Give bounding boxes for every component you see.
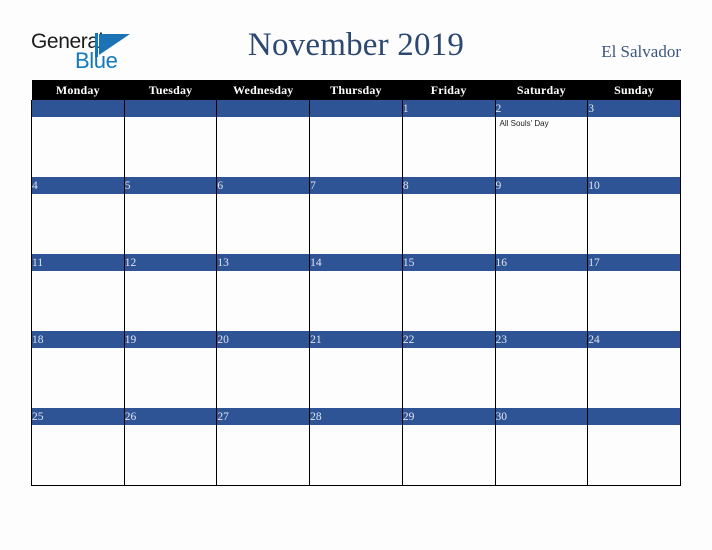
day-body-cell[interactable] (309, 425, 403, 486)
day-body-cell[interactable] (31, 271, 125, 331)
day-body-cell[interactable] (123, 194, 218, 254)
day-body-cell[interactable]: All Souls' Day (494, 117, 589, 177)
day-number-cell[interactable]: 25 (31, 408, 125, 425)
day-number-cell[interactable] (123, 100, 218, 117)
day-body-cell[interactable] (494, 348, 589, 408)
day-number-cell[interactable]: 3 (587, 100, 681, 117)
weekday-header-saturday: Saturday (495, 80, 588, 100)
day-body-cell[interactable] (31, 117, 125, 177)
week-date-row: 18 19 20 21 22 23 24 (31, 331, 681, 348)
day-number-cell[interactable]: 21 (309, 331, 403, 348)
day-body-cell[interactable] (216, 348, 311, 408)
week-event-row (31, 348, 681, 408)
week-event-row: All Souls' Day (31, 117, 681, 177)
day-number-cell[interactable]: 2 (494, 100, 589, 117)
day-number-cell[interactable]: 11 (31, 254, 125, 271)
day-body-cell[interactable] (309, 117, 403, 177)
weekday-header-row: Monday Tuesday Wednesday Thursday Friday… (31, 80, 681, 100)
week-event-row (31, 425, 681, 486)
day-body-cell[interactable] (587, 425, 681, 486)
day-number-cell[interactable]: 28 (309, 408, 403, 425)
day-number-cell[interactable]: 18 (31, 331, 125, 348)
weekday-header-wednesday: Wednesday (216, 80, 310, 100)
day-body-cell[interactable] (587, 348, 681, 408)
day-body-cell[interactable] (401, 194, 496, 254)
day-number-cell[interactable]: 8 (401, 177, 496, 194)
day-body-cell[interactable] (216, 117, 311, 177)
day-number-cell[interactable]: 9 (494, 177, 589, 194)
day-body-cell[interactable] (123, 348, 218, 408)
day-number-cell[interactable]: 29 (401, 408, 496, 425)
day-body-cell[interactable] (216, 194, 311, 254)
weekday-header-monday: Monday (31, 80, 125, 100)
day-body-cell[interactable] (587, 271, 681, 331)
calendar-body: 1 2 3 All Souls' Day 4 5 6 7 8 9 10 11 12 13 14 15 16 17 1… (31, 100, 681, 486)
day-number-cell[interactable]: 15 (401, 254, 496, 271)
day-number-cell[interactable]: 23 (494, 331, 589, 348)
day-number-cell[interactable]: 6 (216, 177, 311, 194)
calendar-page: General Blue November 2019 El Salvador M… (0, 0, 712, 550)
day-body-cell[interactable] (309, 348, 403, 408)
weekday-header-tuesday: Tuesday (124, 80, 217, 100)
week-date-row: 25 26 27 28 29 30 (31, 408, 681, 425)
day-number-cell[interactable]: 13 (216, 254, 311, 271)
day-number-cell[interactable]: 1 (401, 100, 496, 117)
week-date-row: 4 5 6 7 8 9 10 (31, 177, 681, 194)
day-body-cell[interactable] (587, 117, 681, 177)
day-body-cell[interactable] (401, 271, 496, 331)
day-number-cell[interactable]: 12 (123, 254, 218, 271)
day-body-cell[interactable] (494, 271, 589, 331)
day-number-cell[interactable] (309, 100, 403, 117)
day-body-cell[interactable] (216, 271, 311, 331)
holiday-label: All Souls' Day (499, 119, 549, 128)
day-body-cell[interactable] (401, 425, 496, 486)
day-body-cell[interactable] (309, 194, 403, 254)
day-number-cell[interactable]: 26 (123, 408, 218, 425)
day-body-cell[interactable] (401, 348, 496, 408)
day-body-cell[interactable] (123, 271, 218, 331)
weekday-header-sunday: Sunday (587, 80, 681, 100)
day-number-cell[interactable]: 27 (216, 408, 311, 425)
day-number-cell[interactable]: 17 (587, 254, 681, 271)
day-body-cell[interactable] (31, 194, 125, 254)
calendar-grid: Monday Tuesday Wednesday Thursday Friday… (31, 80, 681, 486)
day-body-cell[interactable] (216, 425, 311, 486)
day-number-cell[interactable]: 14 (309, 254, 403, 271)
day-number-cell[interactable]: 7 (309, 177, 403, 194)
day-number-cell[interactable]: 30 (494, 408, 589, 425)
day-number-cell[interactable]: 22 (401, 331, 496, 348)
day-body-cell[interactable] (401, 117, 496, 177)
day-body-cell[interactable] (123, 425, 218, 486)
day-number-cell[interactable]: 19 (123, 331, 218, 348)
weekday-header-thursday: Thursday (309, 80, 403, 100)
country-label: El Salvador (601, 42, 681, 61)
calendar-header-row: Monday Tuesday Wednesday Thursday Friday… (31, 80, 681, 100)
day-number-cell[interactable]: 4 (31, 177, 125, 194)
day-number-cell[interactable]: 10 (587, 177, 681, 194)
day-number-cell[interactable]: 24 (587, 331, 681, 348)
day-number-cell[interactable]: 20 (216, 331, 311, 348)
day-number-cell[interactable] (587, 408, 681, 425)
day-body-cell[interactable] (309, 271, 403, 331)
weekday-header-friday: Friday (402, 80, 496, 100)
week-event-row (31, 194, 681, 254)
day-body-cell[interactable] (587, 194, 681, 254)
week-date-row: 11 12 13 14 15 16 17 (31, 254, 681, 271)
week-date-row: 123 (31, 100, 681, 117)
day-body-cell[interactable] (494, 194, 589, 254)
day-body-cell[interactable] (123, 117, 218, 177)
day-body-cell[interactable] (31, 348, 125, 408)
day-number-cell[interactable] (31, 100, 125, 117)
day-number-cell[interactable]: 5 (123, 177, 218, 194)
day-body-cell[interactable] (31, 425, 125, 486)
day-body-cell[interactable] (494, 425, 589, 486)
day-number-cell[interactable]: 16 (494, 254, 589, 271)
week-event-row (31, 271, 681, 331)
day-number-cell[interactable] (216, 100, 311, 117)
page-header: General Blue November 2019 El Salvador (0, 0, 712, 80)
